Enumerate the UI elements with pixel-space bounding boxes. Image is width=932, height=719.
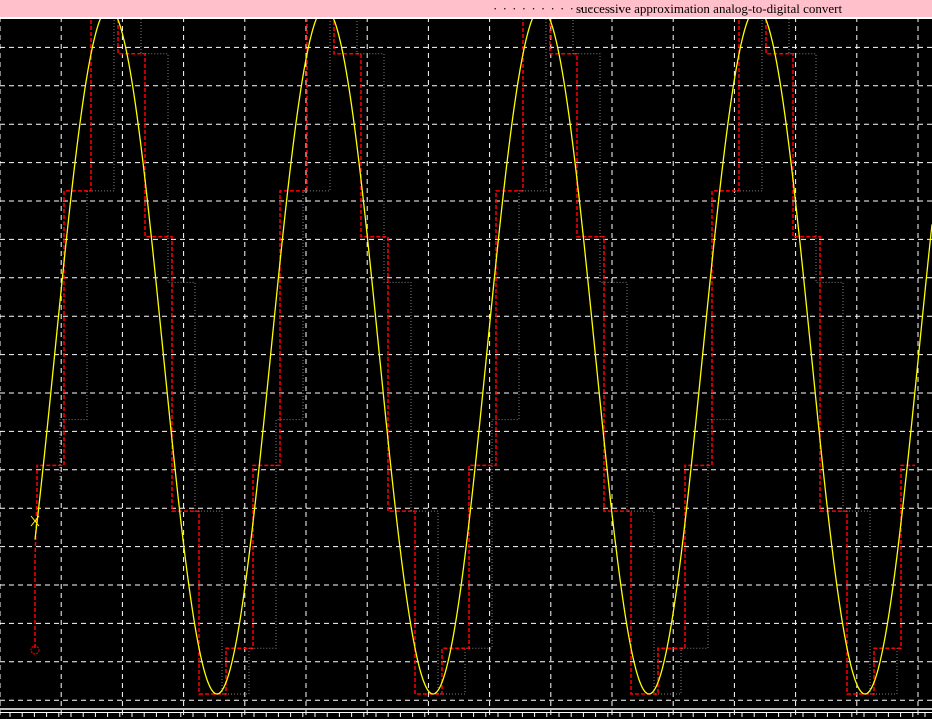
scope-display[interactable] bbox=[0, 0, 932, 719]
circuit-simulator-window: · · · · · · · · · · · · · · successive a… bbox=[0, 0, 932, 719]
digital-output-trace bbox=[34, 7, 915, 695]
circuit-title-bar: · · · · · · · · · · · · · · successive a… bbox=[0, 0, 932, 17]
scope-time-axis bbox=[0, 708, 932, 717]
header-separator bbox=[0, 17, 932, 19]
scope-grid bbox=[0, 8, 932, 719]
analog-input-sine bbox=[34, 7, 932, 695]
comparator-trace bbox=[59, 7, 898, 695]
circuit-title: successive approximation analog-to-digit… bbox=[576, 1, 843, 16]
scope-traces bbox=[30, 7, 932, 695]
